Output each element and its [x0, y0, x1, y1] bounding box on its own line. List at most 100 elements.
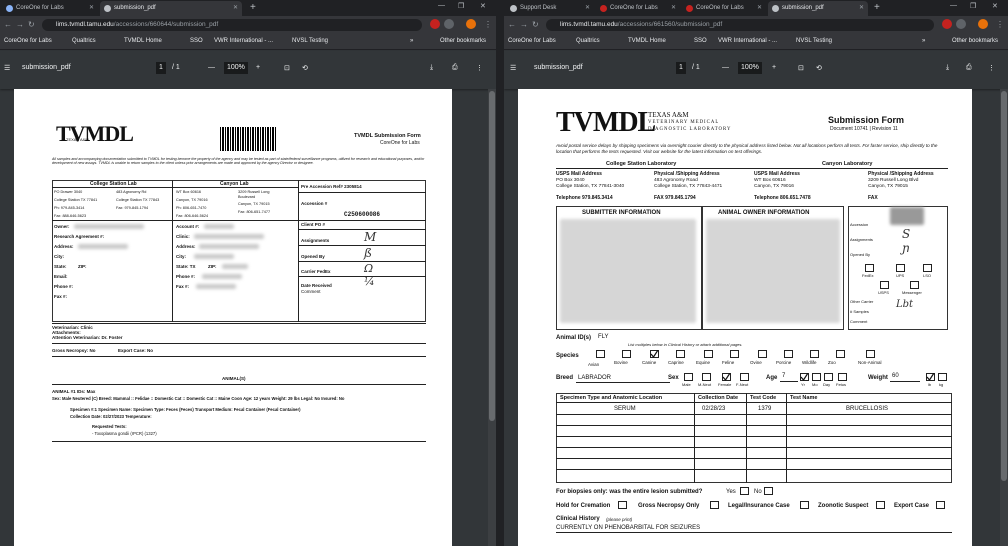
species-checkbox[interactable]: [596, 350, 605, 358]
hold-cremation-checkbox[interactable]: [618, 501, 627, 509]
tab-support-desk[interactable]: Support Desk ✕: [506, 1, 594, 16]
hamburger-icon[interactable]: ☰: [510, 64, 516, 72]
forward-icon[interactable]: →: [16, 20, 24, 29]
rotate-icon[interactable]: ⟲: [302, 64, 308, 72]
bookmark-item[interactable]: VWR International - ...: [718, 38, 777, 44]
tab-coreone-1[interactable]: CoreOne for Labs ✕: [596, 1, 680, 16]
download-icon[interactable]: ⤓: [946, 64, 949, 72]
weight-lb-checkbox[interactable]: [926, 373, 935, 381]
url-field[interactable]: lims.tvmdl.tamu.edu/accessions/661560/su…: [546, 19, 934, 31]
page-number-field[interactable]: 1: [156, 62, 166, 74]
other-bookmarks[interactable]: Other bookmarks: [952, 38, 998, 44]
scrollbar-thumb[interactable]: [1001, 91, 1007, 481]
zoom-field[interactable]: 100%: [738, 62, 762, 74]
tab-coreone[interactable]: CoreOne for Labs ✕: [2, 1, 98, 16]
zoom-field[interactable]: 100%: [224, 62, 248, 74]
scrollbar[interactable]: [1000, 89, 1008, 546]
sex-mneut-checkbox[interactable]: [702, 373, 711, 381]
species-checkbox[interactable]: [730, 350, 739, 358]
extension-icon[interactable]: [430, 19, 440, 29]
sex-female-checkbox[interactable]: [722, 373, 731, 381]
age-mo-checkbox[interactable]: [812, 373, 821, 381]
close-icon[interactable]: ✕: [671, 4, 676, 11]
scrollbar-thumb[interactable]: [489, 91, 495, 421]
bookmark-item[interactable]: Qualtrics: [576, 38, 600, 44]
export-case-checkbox[interactable]: [936, 501, 945, 509]
zoom-in-icon[interactable]: +: [772, 64, 776, 71]
new-tab-icon[interactable]: +: [874, 2, 880, 13]
minimize-icon[interactable]: —: [438, 2, 445, 9]
zoom-in-icon[interactable]: +: [256, 64, 260, 71]
reload-icon[interactable]: ↻: [28, 20, 35, 29]
maximize-icon[interactable]: ❐: [458, 2, 464, 10]
usps-checkbox[interactable]: [880, 281, 889, 289]
species-checkbox[interactable]: [836, 350, 845, 358]
species-checkbox[interactable]: [622, 350, 631, 358]
print-icon[interactable]: ⎙: [966, 64, 972, 72]
new-tab-icon[interactable]: +: [250, 2, 256, 13]
close-icon[interactable]: ✕: [233, 4, 238, 11]
maximize-icon[interactable]: ❐: [970, 2, 976, 10]
sex-male-checkbox[interactable]: [684, 373, 693, 381]
puzzle-icon[interactable]: [956, 19, 966, 29]
bookmark-item[interactable]: VWR International - ...: [214, 38, 273, 44]
bookmark-item[interactable]: TVMDL Home: [124, 38, 162, 44]
bookmark-item[interactable]: SSO: [190, 38, 203, 44]
tab-coreone-2[interactable]: CoreOne for Labs ✕: [682, 1, 766, 16]
close-icon[interactable]: ✕: [89, 4, 94, 11]
menu-dots-icon[interactable]: ⋮: [996, 20, 1004, 29]
bookmark-item[interactable]: NVSL Testing: [292, 38, 328, 44]
species-checkbox[interactable]: [676, 350, 685, 358]
bookmark-item[interactable]: Qualtrics: [72, 38, 96, 44]
rotate-icon[interactable]: ⟲: [816, 64, 822, 72]
fit-page-icon[interactable]: ⊡: [798, 64, 804, 72]
close-window-icon[interactable]: ✕: [992, 2, 998, 10]
close-icon[interactable]: ✕: [859, 4, 864, 11]
species-checkbox[interactable]: [758, 350, 767, 358]
age-yr-checkbox[interactable]: [800, 373, 809, 381]
species-checkbox[interactable]: [784, 350, 793, 358]
bookmark-item[interactable]: NVSL Testing: [796, 38, 832, 44]
biopsy-no-checkbox[interactable]: [764, 487, 773, 495]
back-icon[interactable]: ←: [4, 20, 12, 29]
close-icon[interactable]: ✕: [585, 4, 590, 11]
biopsy-yes-checkbox[interactable]: [740, 487, 749, 495]
profile-avatar-icon[interactable]: [466, 19, 476, 29]
zoom-out-icon[interactable]: —: [208, 64, 215, 71]
profile-avatar-icon[interactable]: [978, 19, 988, 29]
extension-icon[interactable]: [942, 19, 952, 29]
species-checkbox[interactable]: [650, 350, 659, 358]
menu-dots-icon[interactable]: ⋮: [484, 20, 492, 29]
bookmark-item[interactable]: CoreOne for Labs: [4, 38, 52, 44]
puzzle-icon[interactable]: [444, 19, 454, 29]
scrollbar[interactable]: [488, 89, 496, 546]
bookmark-item[interactable]: CoreOne for Labs: [508, 38, 556, 44]
more-icon[interactable]: ⋮: [476, 64, 483, 72]
back-icon[interactable]: ←: [508, 20, 516, 29]
species-checkbox[interactable]: [810, 350, 819, 358]
close-window-icon[interactable]: ✕: [480, 2, 486, 10]
messenger-checkbox[interactable]: [910, 281, 919, 289]
zoonotic-checkbox[interactable]: [876, 501, 885, 509]
bookmark-item[interactable]: SSO: [694, 38, 707, 44]
url-field[interactable]: lims.tvmdl.tamu.edu/accessions/660644/su…: [42, 19, 422, 31]
species-checkbox[interactable]: [866, 350, 875, 358]
zoom-out-icon[interactable]: —: [722, 64, 729, 71]
minimize-icon[interactable]: —: [950, 2, 957, 9]
bookmarks-overflow-icon[interactable]: »: [410, 38, 413, 44]
close-icon[interactable]: ✕: [757, 4, 762, 11]
print-icon[interactable]: ⎙: [452, 64, 458, 72]
tab-submission-pdf[interactable]: submission_pdf ✕: [100, 1, 242, 16]
other-bookmarks[interactable]: Other bookmarks: [440, 38, 486, 44]
species-checkbox[interactable]: [704, 350, 713, 358]
tab-submission-pdf[interactable]: submission_pdf ✕: [768, 1, 868, 16]
ups-checkbox[interactable]: [896, 264, 905, 272]
weight-kg-checkbox[interactable]: [938, 373, 947, 381]
legal-case-checkbox[interactable]: [800, 501, 809, 509]
hamburger-icon[interactable]: ☰: [4, 64, 10, 72]
fedex-checkbox[interactable]: [865, 264, 874, 272]
more-icon[interactable]: ⋮: [988, 64, 995, 72]
sex-fneut-checkbox[interactable]: [740, 373, 749, 381]
age-fetus-checkbox[interactable]: [838, 373, 847, 381]
bookmark-item[interactable]: TVMDL Home: [628, 38, 666, 44]
